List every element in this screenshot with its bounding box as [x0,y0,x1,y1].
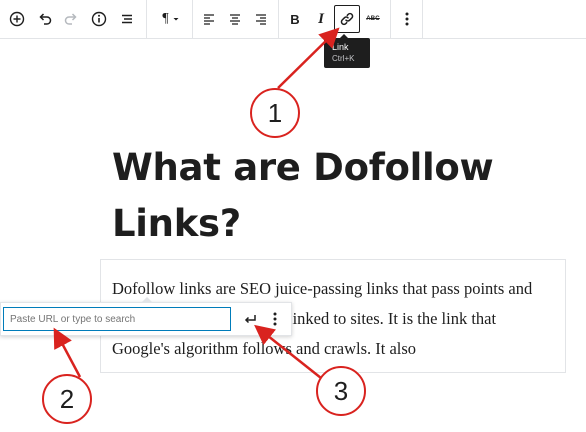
paragraph-block-button[interactable]: ¶ [156,4,186,34]
undo-button[interactable] [32,4,58,34]
tooltip-shortcut: Ctrl+K [332,54,355,63]
annotation-marker-3: 3 [316,366,366,416]
list-view-icon [122,14,132,24]
link-tooltip: Link Ctrl+K [324,34,370,68]
more-options-icon [405,12,409,26]
align-left-icon [204,14,214,25]
bold-icon: B [290,11,300,27]
redo-icon [64,13,77,25]
annotation-marker-2: 2 [42,374,92,424]
link-settings-button[interactable] [265,308,285,330]
chevron-down-icon [173,18,179,21]
toolbar-divider [278,0,279,38]
italic-button[interactable]: I [308,4,334,34]
toolbar-divider [192,0,193,38]
toolbar-divider [422,0,423,38]
apply-link-button[interactable] [239,308,261,330]
post-heading[interactable]: What are Dofollow Links? [112,140,532,252]
toolbar-divider [146,0,147,38]
bold-button[interactable]: B [282,4,308,34]
list-view-button[interactable] [114,4,140,34]
strikethrough-icon: ABC [366,16,380,22]
align-left-button[interactable] [196,4,222,34]
block-toolbar: ¶ B I ABC [0,0,586,39]
tooltip-label: Link [332,42,349,52]
info-icon [91,11,107,27]
annotation-marker-1: 1 [250,88,300,138]
link-button[interactable] [334,5,360,33]
enter-icon [244,315,256,324]
undo-icon [39,13,52,25]
link-icon [340,12,354,26]
align-right-icon [256,14,266,25]
toolbar-divider [390,0,391,38]
add-block-button[interactable] [4,4,30,34]
info-button[interactable] [86,4,112,34]
url-input[interactable] [3,307,231,331]
paragraph-line: Dofollow links are SEO juice-passing lin… [112,279,533,298]
link-popover [0,297,292,336]
more-options-button[interactable] [394,4,420,34]
redo-button[interactable] [58,4,84,34]
paragraph-icon: ¶ [162,11,169,26]
annotation-arrow-2 [53,327,82,378]
paragraph-line: Google's algorithm follows and crawls. I… [112,339,417,358]
align-center-button[interactable] [222,4,248,34]
strikethrough-button[interactable]: ABC [360,4,386,34]
align-center-icon [230,14,240,25]
add-block-icon [9,11,25,27]
italic-icon: I [318,10,324,27]
align-right-button[interactable] [248,4,274,34]
more-options-icon [273,312,277,326]
